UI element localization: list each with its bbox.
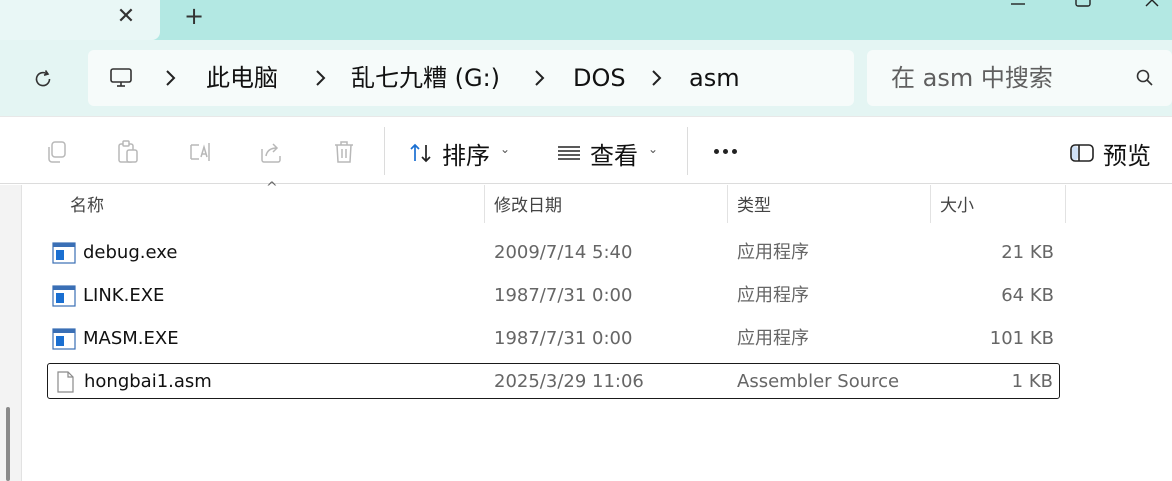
executable-icon [52, 285, 76, 307]
file-size: 64 KB [1001, 285, 1054, 306]
file-name: debug.exe [83, 242, 178, 263]
toolbar-divider [687, 127, 688, 175]
column-header-modified[interactable]: 修改日期 [494, 195, 562, 217]
paste-icon[interactable] [115, 139, 141, 165]
sort-ascending-icon: ^ [266, 180, 278, 196]
file-type: Assembler Source [737, 371, 900, 392]
breadcrumb-asm[interactable]: asm [689, 61, 740, 95]
file-name: hongbai1.asm [84, 371, 212, 392]
file-type: 应用程序 [737, 328, 809, 349]
sort-label: 排序 [442, 141, 490, 170]
window-close-icon[interactable] [1138, 0, 1168, 14]
command-bar: 排序 ⌄ 查看 ⌄ 预览 [0, 116, 1172, 184]
file-type: 应用程序 [737, 285, 809, 306]
chevron-right-icon[interactable] [531, 65, 549, 91]
breadcrumb-this-pc[interactable]: 此电脑 [206, 61, 278, 95]
computer-icon[interactable] [108, 65, 134, 91]
column-divider[interactable] [484, 185, 485, 223]
column-divider[interactable] [727, 185, 728, 223]
file-name: MASM.EXE [83, 328, 179, 349]
file-list-pane: ^ 名称 修改日期 类型 大小 debug.exe 2009/7/14 5:40… [0, 180, 1172, 481]
close-tab-button[interactable]: ✕ [112, 2, 140, 30]
column-divider[interactable] [1065, 185, 1066, 223]
refresh-icon [35, 70, 51, 87]
column-header-type[interactable]: 类型 [737, 195, 771, 217]
more-options-button[interactable] [708, 137, 742, 165]
chevron-down-icon: ⌄ [500, 142, 511, 156]
breadcrumb-dos[interactable]: DOS [573, 61, 626, 95]
file-size: 101 KB [989, 328, 1054, 349]
file-explorer-window: ✕ + 此电脑 乱七九糟 (G:) DOS asm 在 asm 中搜索 排序 ⌄… [0, 0, 1172, 481]
navigation-pane-edge [0, 185, 22, 481]
chevron-down-icon: ⌄ [648, 142, 659, 156]
file-row[interactable]: hongbai1.asm 2025/3/29 11:06 Assembler S… [47, 363, 1060, 399]
more-icon [731, 148, 737, 154]
search-icon[interactable] [1135, 68, 1155, 88]
file-row[interactable]: MASM.EXE 1987/7/31 0:00 应用程序 101 KB [47, 321, 1060, 357]
preview-button[interactable]: 预览 [1069, 137, 1151, 170]
refresh-button[interactable] [28, 64, 58, 94]
file-modified: 1987/7/31 0:00 [494, 285, 633, 306]
plus-icon: + [183, 2, 205, 30]
file-size: 21 KB [1001, 242, 1054, 263]
view-button[interactable]: 查看 ⌄ [556, 137, 659, 170]
more-icon [713, 148, 719, 154]
scrollbar-thumb[interactable] [6, 407, 10, 481]
more-icon [722, 148, 728, 154]
executable-icon [52, 242, 76, 264]
toolbar-divider [384, 127, 385, 175]
file-size: 1 KB [1011, 371, 1053, 392]
breadcrumb-drive-g[interactable]: 乱七九糟 (G:) [351, 61, 500, 95]
file-modified: 2009/7/14 5:40 [494, 242, 633, 263]
column-header-name[interactable]: 名称 [70, 195, 104, 217]
file-icon [57, 371, 74, 393]
rename-icon[interactable] [187, 139, 213, 165]
search-placeholder: 在 asm 中搜索 [891, 64, 1053, 92]
file-modified: 1987/7/31 0:00 [494, 328, 633, 349]
address-bar-row: 此电脑 乱七九糟 (G:) DOS asm 在 asm 中搜索 [0, 40, 1172, 116]
share-icon[interactable] [258, 139, 284, 165]
file-type: 应用程序 [737, 242, 809, 263]
view-icon [558, 146, 580, 160]
executable-icon [52, 328, 76, 350]
new-tab-button[interactable]: + [180, 2, 208, 30]
preview-pane-icon [1070, 144, 1094, 162]
title-bar: ✕ + [0, 0, 1172, 40]
tab-asm[interactable]: ✕ [0, 0, 160, 40]
column-header-size[interactable]: 大小 [940, 195, 974, 217]
delete-icon[interactable] [331, 139, 357, 165]
file-row[interactable]: LINK.EXE 1987/7/31 0:00 应用程序 64 KB [47, 278, 1060, 314]
maximize-icon[interactable] [1068, 0, 1098, 14]
sort-icon [410, 143, 431, 163]
minimize-icon[interactable] [1003, 0, 1033, 14]
file-modified: 2025/3/29 11:06 [494, 371, 644, 392]
chevron-right-icon[interactable] [312, 65, 330, 91]
close-icon: ✕ [116, 3, 136, 29]
preview-label: 预览 [1103, 141, 1151, 170]
file-name: LINK.EXE [83, 285, 165, 306]
view-label: 查看 [590, 141, 638, 170]
copy-icon[interactable] [44, 139, 70, 165]
column-divider[interactable] [930, 185, 931, 223]
search-input[interactable]: 在 asm 中搜索 [867, 50, 1172, 106]
file-row[interactable]: debug.exe 2009/7/14 5:40 应用程序 21 KB [47, 235, 1060, 271]
sort-button[interactable]: 排序 ⌄ [408, 137, 511, 170]
chevron-right-icon[interactable] [162, 65, 180, 91]
breadcrumb[interactable]: 此电脑 乱七九糟 (G:) DOS asm [88, 50, 854, 106]
chevron-right-icon[interactable] [648, 65, 666, 91]
